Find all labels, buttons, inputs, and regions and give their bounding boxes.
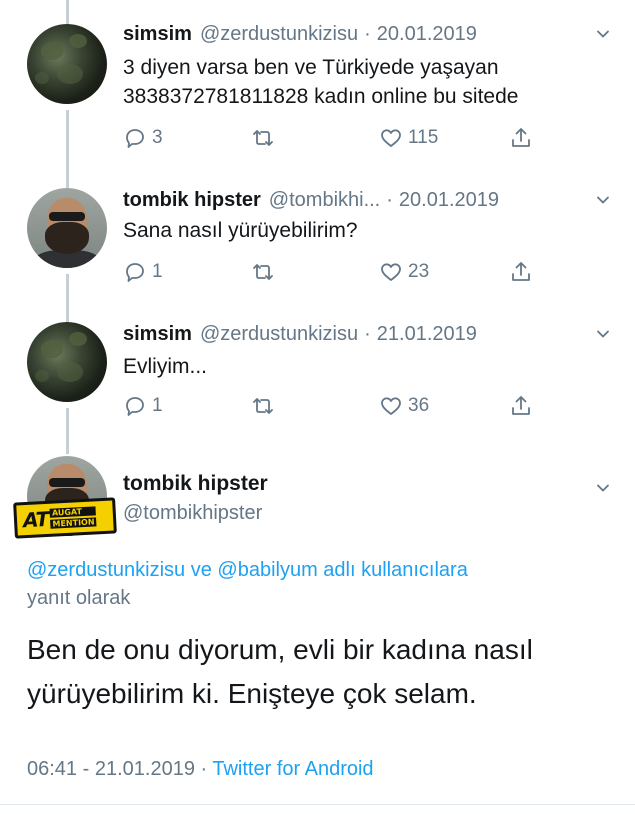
reply-count: 1 bbox=[152, 261, 163, 282]
share-button[interactable] bbox=[509, 391, 533, 421]
like-button[interactable]: 23 bbox=[379, 257, 429, 287]
tweet-text: Ben de onu diyorum, evli bir kadına nası… bbox=[27, 634, 533, 709]
reply-button[interactable]: 3 bbox=[123, 123, 163, 153]
tweet-actions: 1 23 bbox=[123, 257, 543, 287]
tweet-actions: 1 36 bbox=[123, 391, 543, 421]
badge-text: AT bbox=[22, 506, 49, 533]
separator: - bbox=[77, 758, 95, 780]
reply-suffix: adlı kullanıcılara bbox=[317, 559, 468, 581]
tweet-actions: 3 115 bbox=[123, 123, 543, 153]
share-button[interactable] bbox=[509, 257, 533, 287]
user-handle[interactable]: @tombikhi... bbox=[269, 189, 380, 212]
reply-label: yanıt olarak bbox=[27, 587, 131, 609]
replying-to: @zerdustunkizisu ve @babilyum adlı kulla… bbox=[27, 556, 617, 612]
tweet-text: Evliyim... bbox=[123, 355, 207, 378]
tweet-date[interactable]: 21.01.2019 bbox=[95, 758, 195, 780]
tweet-source[interactable]: Twitter for Android bbox=[212, 758, 373, 780]
reply-joiner: ve bbox=[185, 559, 218, 581]
retweet-icon bbox=[253, 264, 273, 280]
retweet-icon bbox=[253, 398, 273, 414]
reply-button[interactable]: 1 bbox=[123, 257, 163, 287]
like-icon bbox=[381, 397, 401, 415]
tweet-time[interactable]: 06:41 bbox=[27, 758, 77, 780]
reply-icon bbox=[126, 263, 144, 282]
mention-link[interactable]: @zerdustunkizisu bbox=[27, 559, 185, 581]
divider bbox=[0, 804, 635, 805]
separator-dot: · bbox=[386, 188, 393, 211]
tweet-header: simsim @zerdustunkizisu · 20.01.2019 bbox=[123, 21, 477, 47]
tweet-text: 3 diyen varsa ben ve Türkiyede yaşayan 3… bbox=[123, 56, 519, 108]
reply-icon bbox=[126, 129, 144, 148]
like-count: 23 bbox=[408, 261, 430, 282]
like-button[interactable]: 115 bbox=[379, 123, 438, 153]
chevron-down-icon[interactable] bbox=[595, 480, 611, 496]
reply-count: 1 bbox=[152, 395, 163, 416]
display-name[interactable]: simsim bbox=[123, 323, 192, 346]
tweet-date[interactable]: 20.01.2019 bbox=[377, 23, 477, 46]
retweet-button[interactable] bbox=[251, 123, 280, 153]
chevron-down-icon[interactable] bbox=[595, 192, 611, 208]
like-icon bbox=[381, 263, 401, 281]
retweet-button[interactable] bbox=[251, 391, 280, 421]
reply-count: 3 bbox=[152, 127, 163, 148]
tweet[interactable]: simsim @zerdustunkizisu · 20.01.2019 3 d… bbox=[0, 0, 635, 170]
user-handle[interactable]: @zerdustunkizisu bbox=[200, 23, 358, 46]
tweet-header: simsim @zerdustunkizisu · 21.01.2019 bbox=[123, 321, 477, 347]
logo-badge: AT AUGAT MENTION bbox=[13, 497, 117, 539]
user-handle[interactable]: @zerdustunkizisu bbox=[200, 323, 358, 346]
separator-dot: · bbox=[194, 758, 213, 780]
tweet-header: tombik hipster @tombikhi... · 20.01.2019 bbox=[123, 187, 499, 213]
like-button[interactable]: 36 bbox=[379, 391, 429, 421]
share-icon bbox=[512, 128, 530, 147]
display-name[interactable]: tombik hipster bbox=[123, 189, 261, 212]
separator-dot: · bbox=[364, 22, 371, 45]
tweet[interactable]: simsim @zerdustunkizisu · 21.01.2019 Evl… bbox=[0, 300, 635, 440]
reply-button[interactable]: 1 bbox=[123, 391, 163, 421]
share-icon bbox=[512, 396, 530, 415]
avatar[interactable] bbox=[27, 188, 107, 268]
tweet-date[interactable]: 21.01.2019 bbox=[377, 323, 477, 346]
avatar[interactable] bbox=[27, 322, 107, 402]
mention-link[interactable]: @babilyum bbox=[217, 559, 317, 581]
separator-dot: · bbox=[364, 322, 371, 345]
like-count: 36 bbox=[408, 395, 430, 416]
tweet-date[interactable]: 20.01.2019 bbox=[399, 189, 499, 212]
display-name[interactable]: simsim bbox=[123, 23, 192, 46]
retweet-button[interactable] bbox=[251, 257, 280, 287]
reply-icon bbox=[126, 397, 144, 416]
like-icon bbox=[381, 129, 401, 147]
chevron-down-icon[interactable] bbox=[595, 26, 611, 42]
like-count: 115 bbox=[408, 127, 439, 148]
display-name[interactable]: tombik hipster bbox=[123, 472, 268, 496]
tweet-meta: 06:41 - 21.01.2019 · Twitter for Android bbox=[27, 758, 374, 781]
tweet-text: Sana nasıl yürüyebilirim? bbox=[123, 219, 358, 242]
share-button[interactable] bbox=[509, 123, 533, 153]
retweet-icon bbox=[253, 130, 273, 146]
chevron-down-icon[interactable] bbox=[595, 326, 611, 342]
user-handle[interactable]: @tombikhipster bbox=[123, 502, 262, 525]
avatar[interactable] bbox=[27, 24, 107, 104]
badge-subtext: AUGAT bbox=[49, 506, 97, 518]
badge-subtext: MENTION bbox=[50, 517, 97, 529]
tweet[interactable]: tombik hipster @tombikhi... · 20.01.2019… bbox=[0, 170, 635, 300]
share-icon bbox=[512, 262, 530, 281]
